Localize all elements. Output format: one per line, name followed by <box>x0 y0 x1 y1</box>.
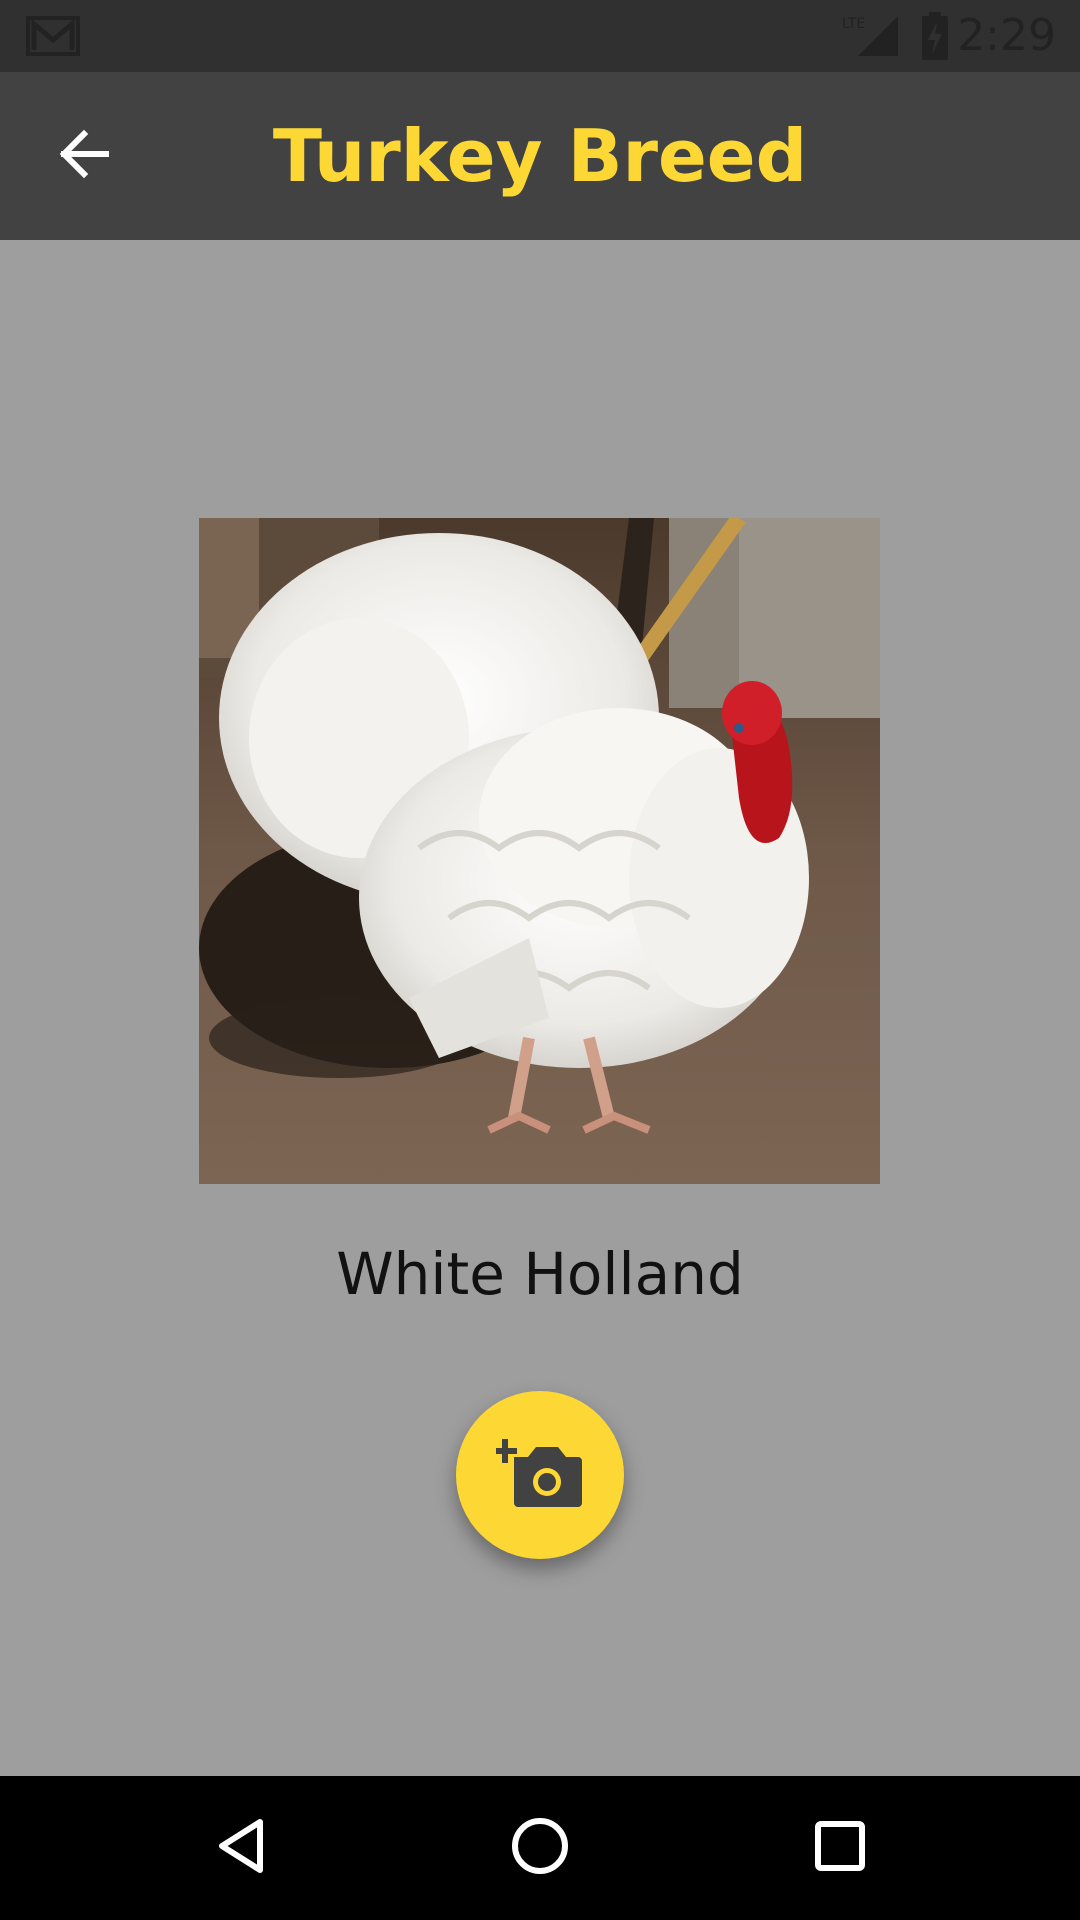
status-bar: LTE 2:29 <box>0 0 1080 72</box>
add-a-photo-icon <box>493 1435 584 1516</box>
nav-home-button[interactable] <box>492 1800 588 1896</box>
back-triangle-icon <box>212 1816 272 1881</box>
lte-signal-icon: LTE <box>842 14 900 63</box>
svg-text:LTE: LTE <box>842 16 865 32</box>
breed-name: White Holland <box>336 1240 744 1308</box>
nav-recents-button[interactable] <box>792 1800 888 1896</box>
white-turkey-photo <box>199 518 880 1184</box>
battery-charging-icon <box>920 12 950 65</box>
home-circle-icon <box>508 1814 572 1883</box>
status-time: 2:29 <box>957 10 1056 61</box>
page-title: Turkey Breed <box>272 114 808 198</box>
app-bar: Turkey Breed <box>0 72 1080 240</box>
nav-back-button[interactable] <box>194 1800 290 1896</box>
navigation-bar <box>0 1776 1080 1920</box>
add-photo-button[interactable] <box>456 1391 624 1559</box>
recents-square-icon <box>810 1816 870 1881</box>
gmail-icon <box>26 12 82 61</box>
